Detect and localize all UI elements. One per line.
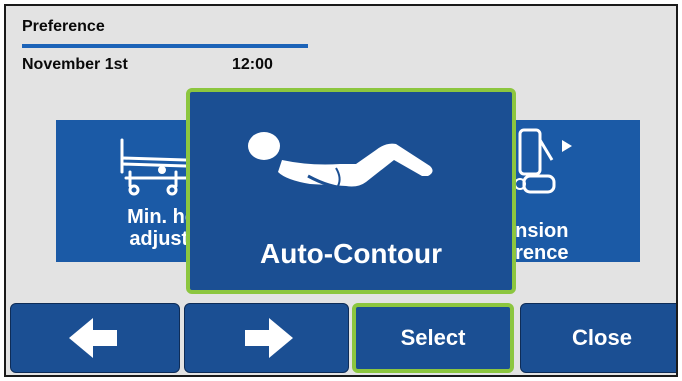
- page-title: Preference: [22, 18, 105, 35]
- min-height-label-line1: Min. he: [127, 206, 196, 228]
- title-underline: [22, 44, 308, 48]
- close-button[interactable]: Close: [520, 303, 676, 373]
- extension-label-line2: erence: [504, 242, 569, 262]
- screen: Preference November 1st 12:00 Min. he ad…: [4, 4, 678, 377]
- min-height-label-line2: adjustr: [129, 228, 196, 250]
- extension-label-line1: ension: [504, 220, 569, 242]
- arrow-right-icon: [244, 318, 293, 358]
- auto-contour-label: Auto-Contour: [260, 238, 442, 269]
- bed-extension-icon: [514, 128, 572, 194]
- select-button[interactable]: Select: [352, 303, 514, 373]
- previous-button[interactable]: [10, 303, 180, 373]
- arrow-left-icon: [69, 318, 117, 358]
- extension-preference-label: ension erence: [500, 220, 640, 262]
- extension-preference-tile[interactable]: ension erence: [500, 120, 640, 262]
- min-height-adjustment-tile[interactable]: Min. he adjustr: [56, 120, 196, 262]
- min-height-label: Min. he adjustr: [56, 206, 196, 250]
- auto-contour-card[interactable]: Auto-Contour: [186, 88, 516, 294]
- time-label: 12:00: [232, 56, 273, 73]
- date-label: November 1st: [22, 56, 128, 73]
- reclined-person-icon: [248, 132, 433, 190]
- next-button[interactable]: [184, 303, 349, 373]
- bed-icon: [120, 138, 188, 196]
